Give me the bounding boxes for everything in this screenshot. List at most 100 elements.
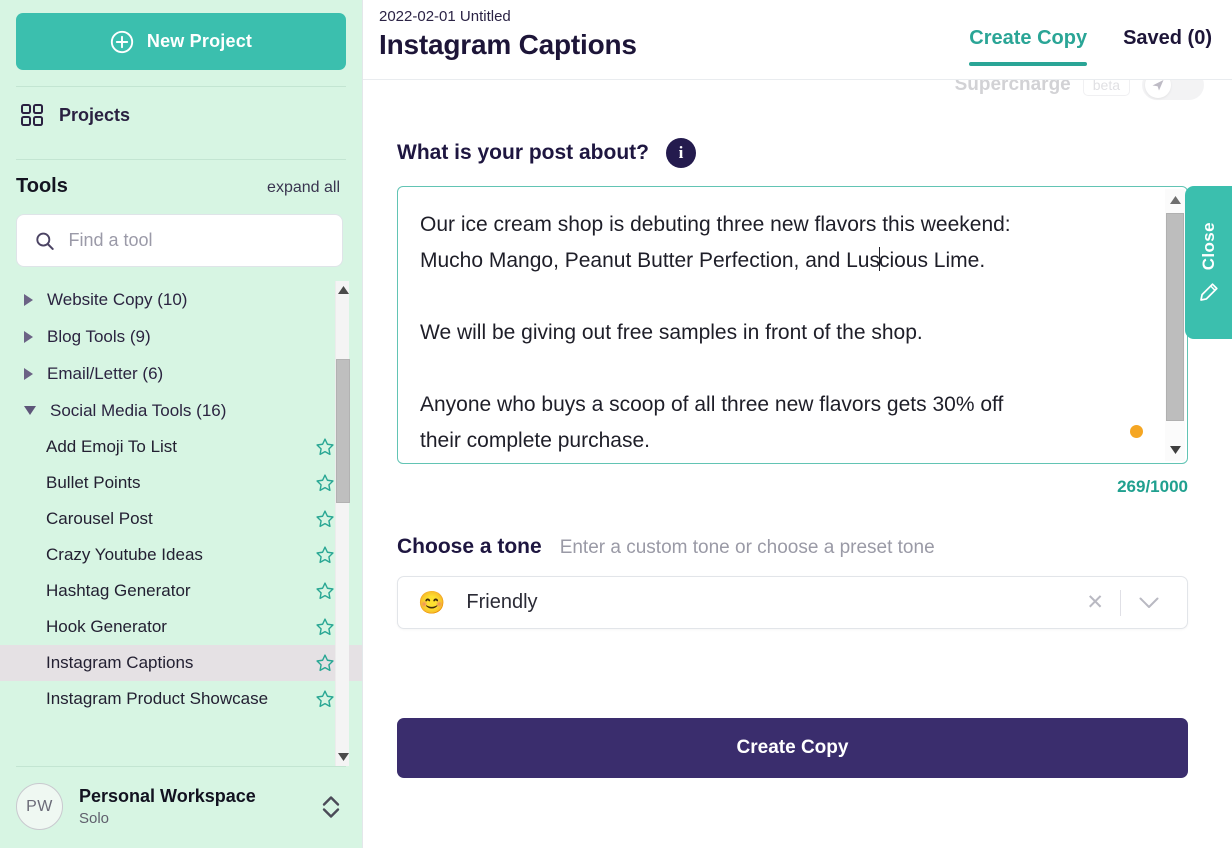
- tone-header: Choose a tone Enter a custom tone or cho…: [397, 535, 1188, 559]
- info-icon[interactable]: i: [666, 138, 696, 168]
- chevron-right-icon: [24, 293, 33, 306]
- chevron-up-down-icon[interactable]: [320, 792, 342, 822]
- post-line-5: their complete purchase.: [420, 429, 650, 452]
- workspace-plan: Solo: [79, 809, 110, 827]
- close-tab-label: Close: [1198, 222, 1218, 271]
- projects-label: Projects: [59, 104, 131, 125]
- search-icon: [36, 232, 54, 250]
- tool-item-carousel-post[interactable]: Carousel Post: [0, 501, 362, 537]
- tab-create-copy[interactable]: Create Copy: [969, 27, 1087, 66]
- send-arrow-icon: [1152, 80, 1164, 91]
- workspace-switcher[interactable]: PW Personal Workspace Solo: [0, 767, 362, 848]
- search-input[interactable]: [68, 230, 324, 251]
- tone-select[interactable]: 😊 Friendly ✕: [397, 576, 1188, 629]
- post-field-label: What is your post about?: [397, 141, 649, 164]
- star-icon[interactable]: [315, 617, 335, 637]
- textarea-scrollbar[interactable]: [1165, 189, 1185, 461]
- tools-scroll-region: Website Copy (10) Blog Tools (9) Email/L…: [0, 281, 362, 766]
- chevron-right-icon: [24, 330, 33, 343]
- post-line-2a: Mucho Mango, Peanut Butter Perfection, a…: [420, 249, 880, 272]
- workspace-text: Personal Workspace Solo: [79, 786, 304, 827]
- star-icon[interactable]: [315, 545, 335, 565]
- tool-item-instagram-product-showcase[interactable]: Instagram Product Showcase: [0, 681, 362, 717]
- main-panel: Supercharge beta 2022-02-01 Untitled Ins…: [363, 0, 1232, 848]
- post-textarea-text: Our ice cream shop is debuting three new…: [398, 187, 1187, 459]
- app-root: New Project Projects Tools expand all Fi…: [0, 0, 1232, 848]
- tool-item-crazy-youtube-ideas[interactable]: Crazy Youtube Ideas: [0, 537, 362, 573]
- tone-selected-value: Friendly: [466, 591, 538, 613]
- tool-search-box[interactable]: [16, 214, 343, 267]
- tool-label: Instagram Captions: [46, 653, 194, 672]
- main-content: What is your post about? i Our ice cream…: [363, 80, 1232, 848]
- scroll-up-arrow-icon[interactable]: [1165, 189, 1185, 211]
- tab-saved[interactable]: Saved (0): [1123, 27, 1212, 66]
- star-icon[interactable]: [315, 509, 335, 529]
- avatar: PW: [16, 783, 63, 830]
- character-counter: 269/1000: [1117, 477, 1188, 496]
- tools-header: Tools expand all: [0, 160, 362, 198]
- clear-tone-icon[interactable]: ✕: [1070, 590, 1120, 615]
- post-line-1: Our ice cream shop is debuting three new…: [420, 213, 1011, 236]
- expand-all-link[interactable]: expand all: [267, 179, 340, 197]
- smiley-icon: 😊: [418, 589, 446, 615]
- grid-icon: [21, 104, 43, 126]
- sidebar: New Project Projects Tools expand all Fi…: [0, 0, 363, 848]
- scroll-up-arrow-icon[interactable]: [336, 283, 350, 297]
- post-line-2b: cious Lime.: [878, 249, 986, 272]
- tool-label: Crazy Youtube Ideas: [46, 545, 203, 564]
- category-label: Website Copy (10): [47, 289, 188, 309]
- tool-label: Hook Generator: [46, 617, 167, 636]
- star-icon[interactable]: [315, 473, 335, 493]
- textarea-scrollbar-thumb[interactable]: [1166, 213, 1184, 421]
- document-meta: 2022-02-01 Untitled Instagram Captions: [379, 8, 637, 61]
- tool-label: Add Emoji To List: [46, 437, 178, 456]
- workspace-name: Personal Workspace: [79, 786, 256, 807]
- post-field-label-row: What is your post about? i: [397, 138, 1188, 168]
- star-icon[interactable]: [315, 437, 335, 457]
- tools-list: Website Copy (10) Blog Tools (9) Email/L…: [0, 281, 362, 766]
- new-project-button[interactable]: New Project: [16, 13, 346, 70]
- tool-search-wrap: [0, 198, 362, 267]
- chevron-right-icon: [24, 367, 33, 380]
- tool-label: Bullet Points: [46, 473, 141, 492]
- category-label: Blog Tools (9): [47, 326, 151, 346]
- unsaved-indicator-dot: [1130, 425, 1143, 438]
- star-icon[interactable]: [315, 581, 335, 601]
- tool-item-add-emoji-to-list[interactable]: Add Emoji To List: [0, 429, 362, 465]
- chevron-down-icon[interactable]: [1121, 597, 1173, 609]
- sidebar-top: New Project: [0, 0, 362, 70]
- scroll-down-arrow-icon[interactable]: [1165, 439, 1185, 461]
- new-project-label: New Project: [146, 31, 253, 51]
- star-icon[interactable]: [315, 689, 335, 709]
- post-textarea[interactable]: Our ice cream shop is debuting three new…: [397, 186, 1188, 464]
- tool-label: Instagram Product Showcase: [46, 689, 269, 708]
- close-panel-tab[interactable]: Close: [1185, 186, 1232, 339]
- category-label: Social Media Tools (16): [50, 400, 227, 420]
- header-tabs: Create Copy Saved (0): [969, 8, 1212, 66]
- sidebar-scrollbar-thumb[interactable]: [336, 359, 350, 503]
- star-icon[interactable]: [315, 653, 335, 673]
- scroll-down-arrow-icon[interactable]: [336, 750, 350, 764]
- pen-edit-icon: [1199, 282, 1218, 301]
- tool-category-social-media-tools[interactable]: Social Media Tools (16): [0, 392, 362, 429]
- page-title: Instagram Captions: [379, 29, 637, 60]
- tool-category-website-copy[interactable]: Website Copy (10): [0, 281, 362, 318]
- tool-label: Carousel Post: [46, 509, 153, 528]
- chevron-down-icon: [24, 406, 36, 415]
- tool-category-email-letter[interactable]: Email/Letter (6): [0, 355, 362, 392]
- main-header: 2022-02-01 Untitled Instagram Captions C…: [363, 0, 1232, 80]
- tool-item-instagram-captions[interactable]: Instagram Captions: [0, 645, 362, 681]
- tone-label: Choose a tone: [397, 535, 542, 558]
- tool-category-blog-tools[interactable]: Blog Tools (9): [0, 318, 362, 355]
- tools-title: Tools: [16, 175, 68, 197]
- tool-item-bullet-points[interactable]: Bullet Points: [0, 465, 362, 501]
- tone-hint: Enter a custom tone or choose a preset t…: [559, 537, 935, 558]
- tool-label: Hashtag Generator: [46, 581, 191, 600]
- sidebar-scrollbar[interactable]: [335, 281, 350, 766]
- tool-item-hashtag-generator[interactable]: Hashtag Generator: [0, 573, 362, 609]
- tool-item-hook-generator[interactable]: Hook Generator: [0, 609, 362, 645]
- create-copy-button[interactable]: Create Copy: [397, 718, 1188, 778]
- category-label: Email/Letter (6): [47, 363, 164, 383]
- plus-circle-icon: [110, 30, 134, 53]
- sidebar-item-projects[interactable]: Projects: [0, 87, 362, 143]
